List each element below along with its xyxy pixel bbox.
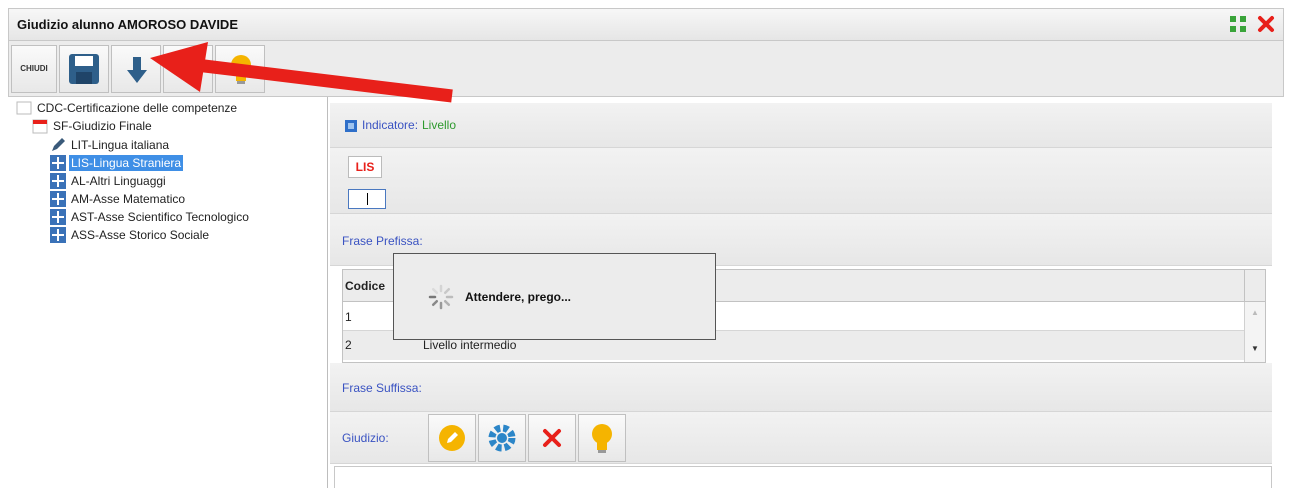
- tree-item[interactable]: LIT-Lingua italiana: [50, 137, 171, 153]
- scroll-down-icon[interactable]: ▼: [1251, 344, 1259, 353]
- delete-button[interactable]: [528, 414, 576, 462]
- row-code: 2: [345, 338, 352, 352]
- grid-icon: [50, 227, 66, 243]
- judgment-label: Giudizio:: [342, 431, 389, 445]
- tree-item-label: AM-Asse Matematico: [71, 192, 186, 206]
- indicator-icon: [344, 119, 358, 136]
- column-header-code: Codice: [345, 279, 386, 293]
- text-cursor: [367, 193, 368, 205]
- spinner-icon: [428, 284, 454, 310]
- toolbar: CHIUDI: [8, 41, 1284, 97]
- judgment-toolbar: Giudizio:: [330, 412, 1272, 464]
- edit-button[interactable]: [428, 414, 476, 462]
- grid-icon: [50, 191, 66, 207]
- prefix-label: Frase Prefissa:: [342, 234, 423, 248]
- scroll-up-icon[interactable]: ▲: [1251, 308, 1259, 317]
- lightbulb-icon: [592, 424, 612, 453]
- row-description: Livello intermedio: [423, 338, 517, 352]
- competence-tree: CDC-Certificazione delle competenze SF-G…: [8, 97, 328, 488]
- tree-child[interactable]: SF-Giudizio Finale: [32, 118, 154, 134]
- tree-root[interactable]: CDC-Certificazione delle competenze: [16, 100, 239, 116]
- indicator-value: Livello: [422, 118, 457, 132]
- gear-icon: [488, 424, 516, 452]
- save-icon: [69, 54, 99, 84]
- hint-button-2[interactable]: [578, 414, 626, 462]
- maximize-icon[interactable]: [1229, 15, 1247, 36]
- judgment-textarea[interactable]: [334, 466, 1272, 488]
- folder-icon: [16, 100, 32, 116]
- tree-item[interactable]: AL-Altri Linguaggi: [50, 173, 168, 189]
- close-icon: [543, 429, 561, 447]
- tree-item[interactable]: LIS-Lingua Straniera: [50, 155, 184, 171]
- download-button[interactable]: [111, 45, 161, 93]
- calendar-icon: [32, 118, 48, 134]
- settings-button[interactable]: [478, 414, 526, 462]
- suffix-band: Frase Suffissa:: [330, 363, 1272, 412]
- tree-item[interactable]: AST-Asse Scientifico Tecnologico: [50, 209, 251, 225]
- close-icon[interactable]: [1257, 15, 1275, 36]
- save-button[interactable]: [59, 45, 109, 93]
- tree-item-label: LIT-Lingua italiana: [71, 138, 170, 152]
- dialog-titlebar: Giudizio alunno AMOROSO DAVIDE: [8, 8, 1284, 41]
- close-button[interactable]: CHIUDI: [11, 45, 57, 93]
- pencil-icon: [439, 425, 465, 451]
- subject-badge-label: LIS: [355, 160, 375, 174]
- arrow-down-icon: [127, 57, 147, 83]
- level-input[interactable]: [348, 189, 386, 209]
- hint-button[interactable]: [215, 45, 265, 93]
- subject-badge[interactable]: LIS: [348, 156, 382, 178]
- dialog-title: Giudizio alunno AMOROSO DAVIDE: [17, 17, 238, 32]
- tree-item[interactable]: AM-Asse Matematico: [50, 191, 187, 207]
- indicator-band: Indicatore: Livello: [330, 103, 1272, 148]
- loading-message: Attendere, prego...: [465, 290, 572, 304]
- close-button-label: CHIUDI: [20, 64, 48, 73]
- row-code: 1: [345, 310, 352, 324]
- suffix-label: Frase Suffissa:: [342, 381, 422, 395]
- grid-icon: [50, 155, 66, 171]
- grid-icon: [50, 173, 66, 189]
- grid-icon: [50, 209, 66, 225]
- tree-item-label: AST-Asse Scientifico Tecnologico: [71, 210, 249, 224]
- pencil-icon: [50, 137, 66, 153]
- tree-item-label: LIS-Lingua Straniera: [69, 155, 184, 171]
- tree-item-label: AL-Altri Linguaggi: [71, 174, 166, 188]
- header-scroll-cell: [1244, 270, 1265, 301]
- empty-toolbar-button[interactable]: [163, 45, 213, 93]
- tree-item[interactable]: ASS-Asse Storico Sociale: [50, 227, 211, 243]
- tree-item-label: ASS-Asse Storico Sociale: [71, 228, 210, 242]
- loading-dialog: Attendere, prego...: [393, 253, 716, 340]
- table-scrollbar[interactable]: ▲ ▼: [1244, 302, 1265, 362]
- badge-band: LIS: [330, 148, 1272, 214]
- tree-root-label: CDC-Certificazione delle competenze: [37, 101, 238, 115]
- indicator-label: Indicatore:: [362, 118, 419, 132]
- lightbulb-icon: [231, 55, 251, 84]
- tree-child-label: SF-Giudizio Finale: [53, 119, 152, 133]
